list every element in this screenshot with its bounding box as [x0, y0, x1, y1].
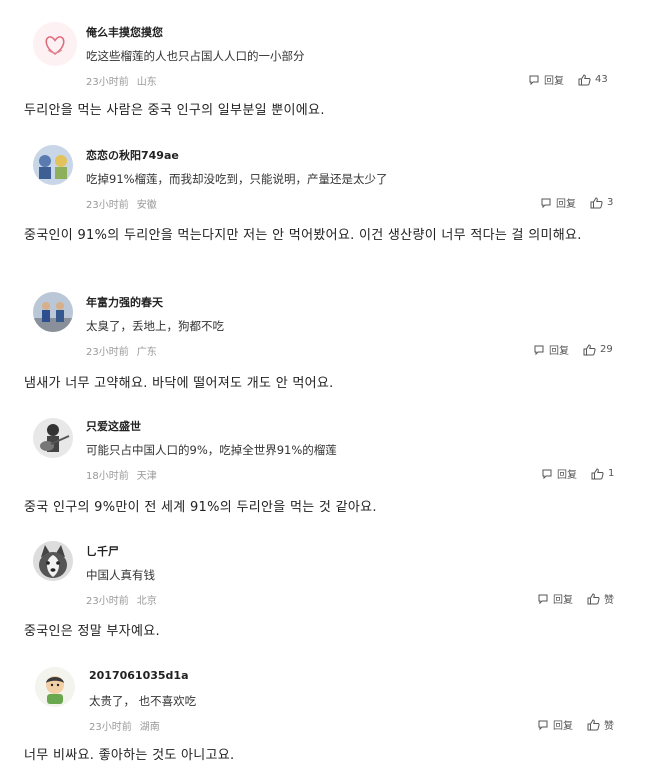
comment-actions: 回复 3: [540, 195, 613, 210]
translation-text: 중국인은 정말 부자예요.: [24, 624, 160, 639]
like-count: 29: [600, 344, 613, 355]
timestamp: 23小时前: [86, 200, 129, 211]
comment-text: 中国人真有钱: [86, 568, 155, 582]
comment-bubble-icon: [534, 345, 544, 355]
avatar[interactable]: [33, 292, 73, 332]
reply-label: 回复: [553, 721, 573, 732]
translation-text: 너무 비싸요. 좋아하는 것도 아니고요.: [24, 748, 235, 763]
reply-button[interactable]: 回复: [541, 466, 577, 481]
reply-button[interactable]: 回复: [533, 342, 569, 357]
thumbs-up-icon: [587, 592, 600, 604]
comment-bubble-icon: [538, 594, 548, 604]
location: 广东: [136, 347, 157, 358]
username[interactable]: 乚千尸: [86, 543, 119, 559]
avatar[interactable]: [33, 418, 73, 458]
comment-meta: 23小时前 广东: [86, 343, 157, 358]
translation-text: 냄새가 너무 고약해요. 바닥에 떨어져도 개도 안 먹어요.: [24, 376, 334, 391]
timestamp: 23小时前: [86, 347, 129, 358]
like-count: 赞: [604, 721, 614, 732]
comment-text: 吃这些榴莲的人也只占国人人口的一小部分: [86, 49, 305, 63]
like-count: 1: [608, 468, 615, 479]
reply-button[interactable]: 回复: [537, 591, 573, 606]
like-button[interactable]: 1: [591, 467, 615, 480]
like-button[interactable]: 29: [583, 343, 613, 356]
comment-bubble-icon: [538, 720, 548, 730]
guitarist-avatar-icon: [33, 418, 73, 458]
figurine-avatar-icon: [33, 145, 73, 185]
thumbs-up-icon: [583, 343, 596, 355]
username[interactable]: 2017061035d1a: [89, 669, 189, 682]
username[interactable]: 只爱这盛世: [86, 418, 141, 434]
reply-label: 回复: [549, 346, 569, 357]
username[interactable]: 年富力强的春天: [86, 294, 163, 310]
heart-avatar-icon: [33, 22, 77, 66]
avatar[interactable]: [35, 667, 75, 707]
comment-actions: 回复 赞: [537, 591, 614, 606]
translation-text: 중국 인구의 9%만이 전 세계 91%의 두리안을 먹는 것 같아요.: [24, 500, 377, 515]
avatar[interactable]: [33, 541, 73, 581]
thumbs-up-icon: [587, 718, 600, 730]
comment-text: 太臭了，丢地上，狗都不吃: [86, 319, 224, 333]
comment-bubble-icon: [542, 469, 552, 479]
translation-text: 두리안을 먹는 사람은 중국 인구의 일부분일 뿐이에요.: [24, 103, 325, 118]
reply-label: 回复: [544, 76, 564, 87]
username[interactable]: 恋恋の秋阳749ae: [86, 147, 179, 163]
timestamp: 18小时前: [86, 471, 129, 482]
reply-label: 回复: [556, 199, 576, 210]
like-button[interactable]: 赞: [587, 717, 614, 732]
comment-text: 太贵了， 也不喜欢吃: [89, 694, 197, 708]
comment-text: 吃掉91%榴莲，而我却没吃到，只能说明，产量还是太少了: [86, 172, 388, 186]
reply-label: 回复: [553, 595, 573, 606]
like-count: 3: [607, 197, 614, 208]
translation-text: 중국인이 91%의 두리안을 먹는다지만 저는 안 먹어봤어요. 이건 생산량이…: [24, 228, 582, 243]
cartoon-avatar-icon: [35, 667, 75, 707]
comment-text: 可能只占中国人口的9%，吃掉全世界91%的榴莲: [86, 443, 337, 457]
comment-meta: 23小时前 湖南: [89, 718, 160, 733]
comment-actions: 回复 43: [528, 72, 608, 87]
comment-meta: 23小时前 北京: [86, 592, 157, 607]
username[interactable]: 俺么丰摸您摸您: [86, 24, 163, 40]
comment-actions: 回复 29: [533, 342, 613, 357]
comment-meta: 23小时前 山东: [86, 73, 157, 88]
thumbs-up-icon: [591, 467, 604, 479]
location: 山东: [136, 77, 157, 88]
comment-bubble-icon: [541, 198, 551, 208]
thumbs-up-icon: [590, 196, 603, 208]
reply-button[interactable]: 回复: [528, 72, 564, 87]
location: 湖南: [139, 722, 160, 733]
like-button[interactable]: 43: [578, 73, 608, 86]
reply-button[interactable]: 回复: [540, 195, 576, 210]
comment-bubble-icon: [529, 75, 539, 85]
comment-actions: 回复 赞: [537, 717, 614, 732]
husky-avatar-icon: [33, 541, 73, 581]
people-avatar-icon: [33, 292, 73, 332]
like-button[interactable]: 3: [590, 196, 614, 209]
like-count: 43: [595, 74, 608, 85]
timestamp: 23小时前: [86, 77, 129, 88]
avatar[interactable]: [33, 22, 77, 66]
location: 安徽: [136, 200, 157, 211]
like-button[interactable]: 赞: [587, 591, 614, 606]
avatar[interactable]: [33, 145, 73, 185]
reply-button[interactable]: 回复: [537, 717, 573, 732]
comment-actions: 回复 1: [541, 466, 614, 481]
location: 北京: [136, 596, 157, 607]
thumbs-up-icon: [578, 73, 591, 85]
timestamp: 23小时前: [86, 596, 129, 607]
comment-meta: 18小时前 天津: [86, 467, 157, 482]
timestamp: 23小时前: [89, 722, 132, 733]
comment-meta: 23小时前 安徽: [86, 196, 157, 211]
location: 天津: [136, 471, 157, 482]
reply-label: 回复: [557, 470, 577, 481]
like-count: 赞: [604, 595, 614, 606]
